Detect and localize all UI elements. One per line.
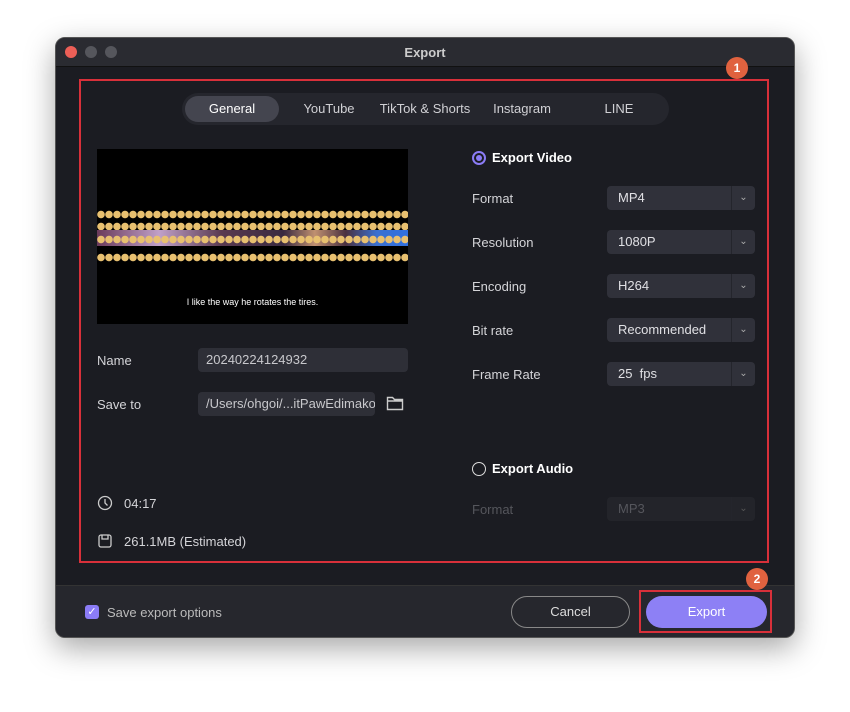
title-bar: Export (56, 38, 794, 67)
save-options-label: Save export options (107, 605, 222, 620)
annotation-box-export (639, 590, 772, 633)
annotation-badge-1: 1 (726, 57, 748, 79)
save-options-checkbox[interactable]: ✓ (85, 605, 99, 619)
annotation-box-settings (79, 79, 769, 563)
annotation-badge-2: 2 (746, 568, 768, 590)
window-title: Export (404, 45, 446, 60)
cancel-button[interactable]: Cancel (511, 596, 630, 628)
